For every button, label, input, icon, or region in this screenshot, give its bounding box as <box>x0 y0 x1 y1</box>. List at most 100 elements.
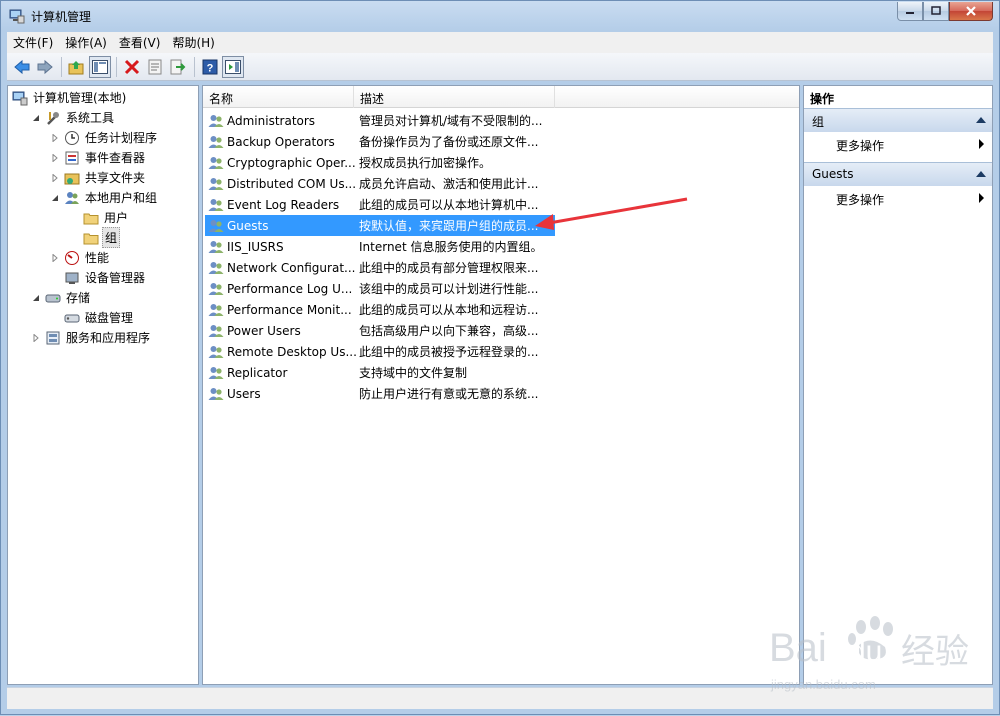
column-header-name[interactable]: 名称 <box>209 90 233 107</box>
group-name: Performance Log U... <box>227 281 353 296</box>
properties-button[interactable] <box>144 56 166 78</box>
computer-management-icon <box>9 8 25 24</box>
group-description: 授权成员执行加密操作。 <box>359 156 492 170</box>
group-row[interactable]: Cryptographic Oper... 授权成员执行加密操作。 <box>205 152 555 173</box>
group-icon <box>208 365 224 381</box>
tree-collapsed-icon[interactable] <box>50 133 60 143</box>
column-divider[interactable] <box>554 86 555 108</box>
tree-node[interactable]: 服务和应用程序 <box>31 328 152 347</box>
actions-pane-title: 操作 <box>810 92 835 106</box>
more-actions-link[interactable]: 更多操作 <box>836 137 884 154</box>
menu-file[interactable]: 文件(F) <box>7 34 59 51</box>
actions-guests-header[interactable]: Guests <box>804 162 992 186</box>
properties-icon <box>148 59 162 74</box>
tree-expanded-icon[interactable] <box>31 113 41 123</box>
computer-icon <box>12 90 28 106</box>
group-name: Network Configurat... <box>227 260 356 275</box>
tree-expanded-icon[interactable] <box>50 193 60 203</box>
title-bar[interactable]: 计算机管理 <box>1 1 999 31</box>
group-row[interactable]: Replicator 支持域中的文件复制 <box>205 362 555 383</box>
tree-node-label: 性能 <box>85 251 110 265</box>
folder-icon <box>83 230 99 246</box>
group-description: 防止用户进行有意或无意的系统... <box>359 387 539 401</box>
tree-node[interactable]: 组 <box>69 227 121 248</box>
group-row[interactable]: Performance Log U... 该组中的成员可以计划进行性能... <box>205 278 555 299</box>
tree-node[interactable]: 系统工具 <box>31 108 116 127</box>
show-action-pane-button[interactable] <box>222 55 244 78</box>
group-row[interactable]: Power Users 包括高级用户以向下兼容，高级... <box>205 320 555 341</box>
tree-collapsed-icon[interactable] <box>31 333 41 343</box>
back-button[interactable] <box>11 56 33 78</box>
group-name: Users <box>227 386 261 401</box>
up-folder-button[interactable] <box>66 56 88 78</box>
tree-node[interactable]: 任务计划程序 <box>50 128 159 147</box>
minimize-button[interactable] <box>897 2 923 21</box>
shared-folder-icon <box>64 170 80 186</box>
svg-text:Bai: Bai <box>769 626 827 670</box>
computer-management-window: 计算机管理 文件(F) 操作(A) 查看(V) 帮助(H) ? 计算机管理(本地… <box>0 0 1000 715</box>
up-folder-icon <box>68 60 84 74</box>
tree-expanded-icon[interactable] <box>31 293 41 303</box>
tree-node-label: 服务和应用程序 <box>66 331 151 345</box>
tree-node[interactable]: 计算机管理(本地) <box>12 88 128 107</box>
more-actions-link[interactable]: 更多操作 <box>836 191 884 208</box>
group-row[interactable]: Users 防止用户进行有意或无意的系统... <box>205 383 555 404</box>
menu-action[interactable]: 操作(A) <box>59 34 113 51</box>
group-row[interactable]: Performance Monit... 此组的成员可以从本地和远程访... <box>205 299 555 320</box>
tree-node[interactable]: 设备管理器 <box>50 268 147 287</box>
group-row[interactable]: Backup Operators 备份操作员为了备份或还原文件... <box>205 131 555 152</box>
group-name: Power Users <box>227 323 301 338</box>
tree-collapsed-icon[interactable] <box>50 253 60 263</box>
group-row[interactable]: Distributed COM Us... 成员允许启动、激活和使用此计... <box>205 173 555 194</box>
actions-group-header[interactable]: 组 <box>804 108 992 132</box>
group-row[interactable]: Remote Desktop Us... 此组中的成员被授予远程登录的... <box>205 341 555 362</box>
group-icon <box>208 386 224 402</box>
group-name: Performance Monit... <box>227 302 352 317</box>
help-button[interactable]: ? <box>199 56 221 78</box>
group-row[interactable]: Network Configurat... 此组中的成员有部分管理权限来... <box>205 257 555 278</box>
tree-collapsed-icon[interactable] <box>50 173 60 183</box>
group-icon <box>208 197 224 213</box>
menu-view[interactable]: 查看(V) <box>113 34 167 51</box>
toolbar-separator <box>61 56 62 77</box>
tree-node-label: 共享文件夹 <box>85 171 146 185</box>
svg-text:经验: 经验 <box>901 632 969 672</box>
tree-node[interactable]: 共享文件夹 <box>50 168 147 187</box>
group-row[interactable]: Event Log Readers 此组的成员可以从本地计算机中... <box>205 194 555 215</box>
forward-button[interactable] <box>34 56 56 78</box>
collapse-up-icon[interactable] <box>976 171 986 177</box>
export-list-button[interactable] <box>167 56 189 78</box>
tree-node[interactable]: 用户 <box>69 208 130 227</box>
tree-node[interactable]: 存储 <box>31 288 92 307</box>
delete-button[interactable] <box>121 56 143 78</box>
group-description: 此组中的成员有部分管理权限来... <box>359 261 539 275</box>
tree-node-label: 存储 <box>66 291 91 305</box>
group-description: 管理员对计算机/域有不受限制的... <box>359 114 543 128</box>
collapse-up-icon[interactable] <box>976 117 986 123</box>
tree-node[interactable]: 性能 <box>50 248 111 267</box>
column-divider[interactable] <box>353 86 354 108</box>
tree-node[interactable]: 本地用户和组 <box>50 188 159 207</box>
tree-node[interactable]: 磁盘管理 <box>50 308 135 327</box>
group-description: 备份操作员为了备份或还原文件... <box>359 135 539 149</box>
delete-icon <box>124 59 140 74</box>
group-row[interactable]: Guests 按默认值，来宾跟用户组的成员... <box>205 215 555 236</box>
tree-collapsed-icon[interactable] <box>50 153 60 163</box>
groups-list-pane[interactable]: 名称 描述 Administrators 管理员对计算机/域有不受限制的... Ba… <box>202 85 800 685</box>
group-row[interactable]: IIS_IUSRS Internet 信息服务使用的内置组。 <box>205 236 555 257</box>
group-description: 此组中的成员被授予远程登录的... <box>359 345 539 359</box>
group-icon <box>208 113 224 129</box>
close-icon <box>966 6 976 16</box>
group-description: 包括高级用户以向下兼容，高级... <box>359 324 539 338</box>
console-tree-pane[interactable]: 计算机管理(本地) 系统工具任务计划程序 事件查看器共享文件夹本地用户和组 用户组性能… <box>7 85 199 685</box>
maximize-button[interactable] <box>923 2 949 21</box>
tree-node-label: 系统工具 <box>66 111 115 125</box>
close-button[interactable] <box>949 2 993 21</box>
tree-node[interactable]: 事件查看器 <box>50 148 147 167</box>
show-hide-tree-button[interactable] <box>89 55 111 78</box>
group-description: 此组的成员可以从本地计算机中... <box>359 198 539 212</box>
menu-help[interactable]: 帮助(H) <box>166 34 220 51</box>
column-header-description[interactable]: 描述 <box>360 90 384 107</box>
group-row[interactable]: Administrators 管理员对计算机/域有不受限制的... <box>205 110 555 131</box>
